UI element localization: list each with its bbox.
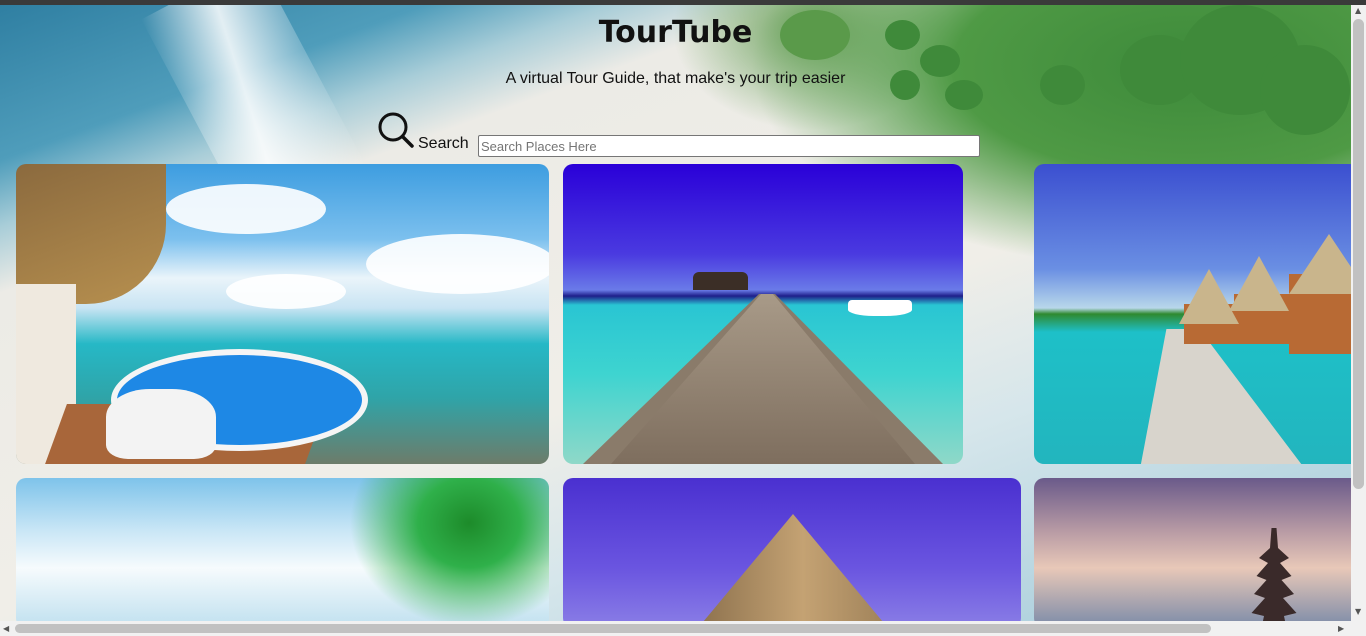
place-card-pyramid[interactable] [563,478,1021,628]
horizontal-scroll-thumb[interactable] [15,624,1211,633]
place-card-temple[interactable] [1034,478,1364,628]
scroll-right-arrow-icon[interactable]: ▶ [1338,624,1344,633]
site-header: TourTube A virtual Tour Guide, that make… [0,5,1351,165]
place-card-jetty[interactable] [563,164,963,464]
horizontal-scrollbar[interactable]: ◀ ▶ [0,621,1366,636]
site-title: TourTube [598,15,753,50]
site-subtitle: A virtual Tour Guide, that make's your t… [505,70,846,87]
scroll-down-arrow-icon[interactable]: ▼ [1355,607,1361,616]
search-label: Search [418,135,469,152]
scroll-left-arrow-icon[interactable]: ◀ [3,624,9,633]
vertical-scrollbar[interactable]: ▲ ▼ [1351,5,1366,622]
scroll-up-arrow-icon[interactable]: ▲ [1355,6,1361,15]
search-icon[interactable] [376,110,414,148]
search-input[interactable] [478,135,980,157]
place-card-palm-beach[interactable] [16,478,549,628]
place-card-water-villas[interactable] [1034,164,1364,464]
place-card-resort-pool[interactable] [16,164,549,464]
vertical-scroll-thumb[interactable] [1353,19,1364,489]
